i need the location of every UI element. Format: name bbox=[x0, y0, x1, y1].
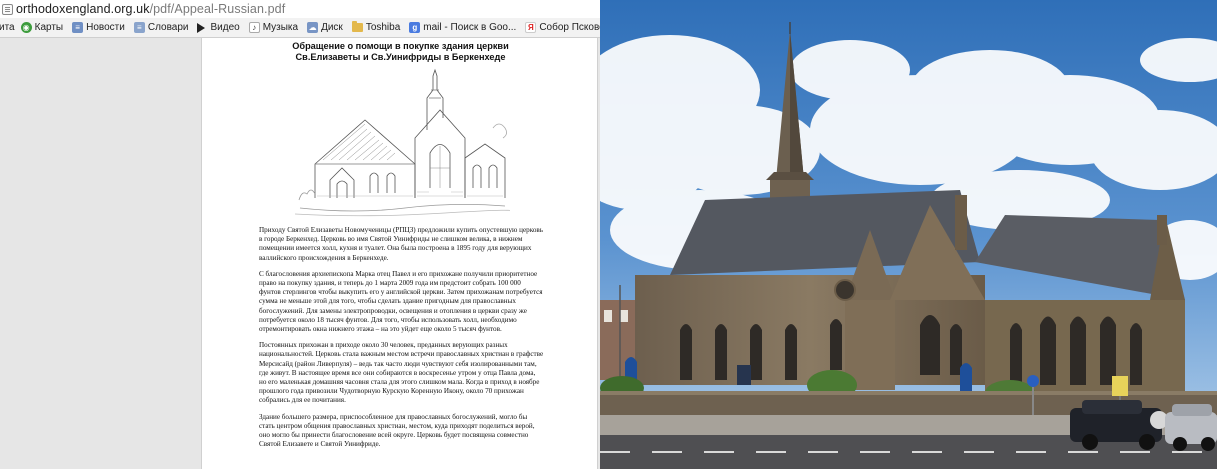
bookmark-label: Собор Псково-Печ... bbox=[539, 22, 600, 33]
bookmark-music[interactable]: ♪ Музыка bbox=[248, 22, 299, 33]
pdf-title: Обращение о помощи в покупке здания церк… bbox=[202, 41, 597, 62]
pdf-paragraph: Приходу Святой Елизаветы Новомученицы (Р… bbox=[259, 226, 544, 262]
bookmark-disk[interactable]: ☁ Диск bbox=[307, 22, 343, 33]
pdf-paragraph: Здание большего размера, приспособленное… bbox=[259, 412, 535, 449]
url-text[interactable]: orthodoxengland.org.uk/pdf/Appeal-Russia… bbox=[16, 2, 285, 16]
bookmark-google-mail-search[interactable]: g mail - Поиск в Goo... bbox=[409, 22, 516, 33]
bookmark-toshiba[interactable]: Toshiba bbox=[351, 21, 401, 33]
page-icon bbox=[2, 3, 13, 15]
maps-icon: ◉ bbox=[20, 22, 32, 33]
bookmark-label: Видео bbox=[210, 22, 240, 33]
silver-car bbox=[1165, 404, 1217, 451]
bookmark-label: Словари bbox=[147, 22, 189, 33]
pdf-paragraph: Постоянных прихожан в приходе около 30 ч… bbox=[259, 341, 544, 405]
bookmark-news[interactable]: ≡ Новости bbox=[72, 22, 125, 33]
disk-icon: ☁ bbox=[307, 22, 319, 33]
folder-icon bbox=[351, 21, 363, 32]
bookmark-dictionaries[interactable]: ≡ Словари bbox=[133, 22, 189, 33]
rose-window bbox=[834, 279, 856, 301]
bookmark-truncated[interactable]: ита bbox=[0, 22, 15, 33]
music-note-icon: ♪ bbox=[248, 22, 260, 33]
bookmark-label: Карты bbox=[34, 22, 64, 33]
browser-window: orthodoxengland.org.uk/pdf/Appeal-Russia… bbox=[0, 0, 600, 469]
pdf-title-line-2: Св.Елизаветы и Св.Уинифриды в Беркенхеде bbox=[295, 51, 506, 62]
church-sketch-image bbox=[295, 68, 510, 217]
bookmark-label: Диск bbox=[321, 22, 343, 33]
yellow-sign bbox=[1112, 376, 1128, 396]
bookmark-maps[interactable]: ◉ Карты bbox=[20, 22, 64, 33]
pdf-page: Обращение о помощи в покупке здания церк… bbox=[201, 38, 598, 469]
bookmark-video[interactable]: Видео bbox=[197, 22, 240, 33]
road-sign-icon bbox=[1027, 375, 1039, 387]
pdf-title-line-1: Обращение о помощи в покупке здания церк… bbox=[292, 41, 509, 51]
yandex-icon: Я bbox=[525, 22, 537, 33]
bookmark-sobor[interactable]: ЯСобор Псково-Печ... bbox=[525, 22, 600, 33]
google-icon: g bbox=[409, 22, 421, 33]
blue-door bbox=[960, 363, 972, 395]
pdf-paragraph: С благословения архиепископа Марка отец … bbox=[259, 269, 543, 334]
dictionary-icon: ≡ bbox=[133, 22, 145, 33]
news-icon: ≡ bbox=[72, 22, 84, 33]
address-bar[interactable]: orthodoxengland.org.uk/pdf/Appeal-Russia… bbox=[0, 0, 600, 18]
pdf-body-text: Приходу Святой Елизаветы Новомученицы (Р… bbox=[259, 226, 544, 456]
url-path: /pdf/Appeal-Russian.pdf bbox=[149, 2, 286, 16]
bookmark-label: Toshiba bbox=[365, 22, 401, 33]
church-photograph bbox=[600, 0, 1217, 469]
church-photo-drawing bbox=[600, 0, 1217, 469]
notice-board bbox=[737, 365, 751, 385]
bookmark-label: Новости bbox=[86, 22, 125, 33]
url-domain: orthodoxengland.org.uk bbox=[16, 2, 150, 16]
video-play-icon bbox=[197, 22, 206, 33]
bookmark-label: ита bbox=[0, 22, 15, 33]
bookmark-label: Музыка bbox=[262, 22, 299, 33]
bookmark-label: mail - Поиск в Goo... bbox=[423, 22, 517, 33]
bookmarks-bar: ита ◉ Карты ≡ Новости ≡ Словари Видео ♪ Музы… bbox=[0, 18, 600, 38]
